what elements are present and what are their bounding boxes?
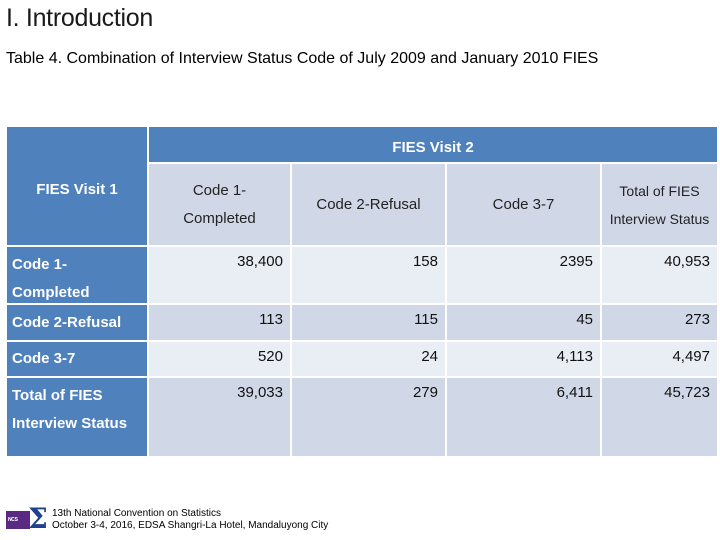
table-cell: 45 [447, 305, 600, 340]
table-cell: 45,723 [602, 378, 717, 456]
column-group-title: FIES Visit 2 [149, 127, 717, 162]
row-header-code2: Code 2-Refusal [7, 305, 147, 340]
table-cell: 2395 [447, 247, 600, 303]
table-cell: 279 [292, 378, 445, 456]
row-header-code3-7: Code 3-7 [7, 342, 147, 376]
table-cell: 38,400 [149, 247, 290, 303]
footer: NCS Σ 13th National Convention on Statis… [6, 502, 329, 535]
footer-line-2: October 3-4, 2016, EDSA Shangri-La Hotel… [52, 520, 329, 531]
table-cell: 520 [149, 342, 290, 376]
column-header-code3-7: Code 3-7 [447, 164, 600, 245]
ncs-sigma-logo-icon: NCS Σ [6, 502, 48, 535]
table-cell: 24 [292, 342, 445, 376]
table-cell: 115 [292, 305, 445, 340]
footer-line-1: 13th National Convention on Statistics [52, 508, 221, 519]
column-header-code2: Code 2-Refusal [292, 164, 445, 245]
table-cell: 6,411 [447, 378, 600, 456]
section-title: I. Introduction [6, 4, 153, 32]
row-header-total: Total of FIES Interview Status [7, 378, 147, 456]
table-cell: 113 [149, 305, 290, 340]
table-cell: 158 [292, 247, 445, 303]
column-header-total: Total of FIES Interview Status [602, 164, 717, 245]
row-header-title: FIES Visit 1 [7, 127, 147, 245]
table-cell: 4,113 [447, 342, 600, 376]
table-caption: Table 4. Combination of Interview Status… [6, 50, 599, 67]
row-header-code1: Code 1- Completed [7, 247, 147, 303]
table-cell: 273 [602, 305, 717, 340]
column-header-code1: Code 1- Completed [149, 164, 290, 245]
table-cell: 39,033 [149, 378, 290, 456]
table-cell: 4,497 [602, 342, 717, 376]
table-cell: 40,953 [602, 247, 717, 303]
